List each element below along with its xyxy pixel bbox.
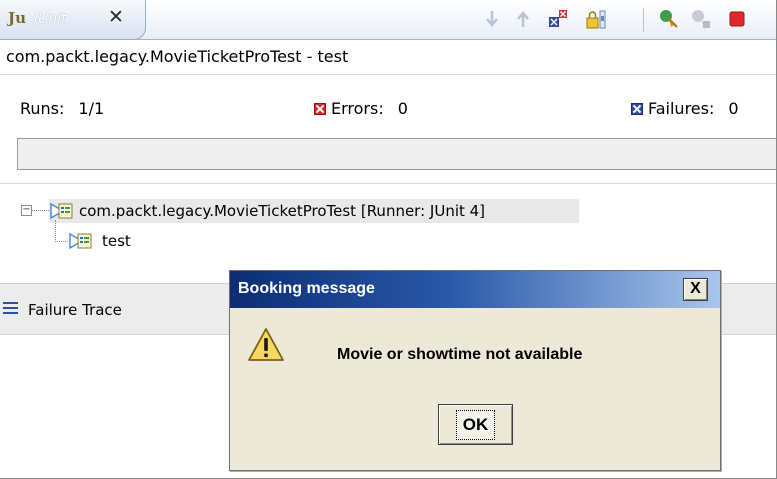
test-suite-icon bbox=[49, 201, 79, 221]
dialog-title-bar[interactable]: Booking message X bbox=[230, 271, 720, 308]
errors-label: Errors: bbox=[331, 99, 384, 118]
failures-counter: Failures: 0 bbox=[631, 99, 739, 118]
junit-view: Ju JUnit ✕ com.packt.legacy.MovieTicketP… bbox=[0, 0, 777, 479]
rerun-test-icon[interactable] bbox=[657, 6, 681, 32]
runs-value: 1/1 bbox=[78, 99, 105, 118]
runs-label: Runs: bbox=[20, 99, 65, 118]
tree-connector bbox=[55, 241, 68, 242]
divider bbox=[0, 74, 776, 75]
divider bbox=[0, 183, 776, 184]
dialog-message: Movie or showtime not available bbox=[337, 346, 583, 363]
test-case-icon bbox=[68, 231, 98, 251]
stop-icon[interactable] bbox=[725, 6, 749, 32]
failure-trace-label: Failure Trace bbox=[28, 301, 122, 319]
toolbar-separator bbox=[643, 8, 644, 32]
show-failures-only-icon[interactable] bbox=[546, 6, 570, 32]
tree-connector bbox=[32, 210, 49, 211]
view-tab-bar: Ju JUnit ✕ bbox=[0, 0, 776, 40]
dialog-title: Booking message bbox=[238, 280, 375, 297]
tab-label: JUnit bbox=[34, 11, 67, 27]
next-failure-icon[interactable] bbox=[480, 6, 504, 32]
tree-item-test-suite[interactable]: com.packt.legacy.MovieTicketProTest [Run… bbox=[49, 199, 579, 223]
test-suite-label: com.packt.legacy.MovieTicketProTest [Run… bbox=[79, 202, 486, 220]
tree-connector bbox=[55, 220, 56, 242]
errors-value: 0 bbox=[397, 99, 408, 118]
booking-message-dialog: Booking message X Movie or showtime not … bbox=[229, 270, 721, 471]
scroll-lock-icon[interactable] bbox=[584, 6, 608, 32]
rerun-failed-first-icon[interactable] bbox=[689, 6, 713, 32]
junit-icon: Ju bbox=[8, 9, 27, 27]
tree-item-test[interactable]: test bbox=[68, 230, 131, 252]
progress-bar bbox=[17, 138, 776, 170]
stack-trace-icon bbox=[3, 302, 18, 315]
ok-button[interactable]: OK bbox=[438, 404, 513, 445]
failures-label: Failures: bbox=[648, 99, 715, 118]
tab-junit[interactable]: Ju JUnit ✕ bbox=[0, 0, 146, 40]
dialog-close-button[interactable]: X bbox=[683, 278, 708, 301]
run-title: com.packt.legacy.MovieTicketProTest - te… bbox=[6, 47, 349, 66]
runs-counter: Runs: 1/1 bbox=[20, 99, 104, 118]
test-case-label: test bbox=[102, 232, 131, 250]
warning-icon bbox=[247, 327, 285, 363]
failure-icon bbox=[631, 102, 643, 115]
ok-button-label: OK bbox=[455, 409, 496, 440]
errors-counter: Errors: 0 bbox=[314, 99, 408, 118]
previous-failure-icon[interactable] bbox=[511, 6, 535, 32]
failures-value: 0 bbox=[728, 99, 739, 118]
close-icon[interactable]: ✕ bbox=[108, 6, 124, 28]
tree-collapse-toggle[interactable]: − bbox=[21, 205, 32, 216]
error-icon bbox=[314, 102, 326, 115]
